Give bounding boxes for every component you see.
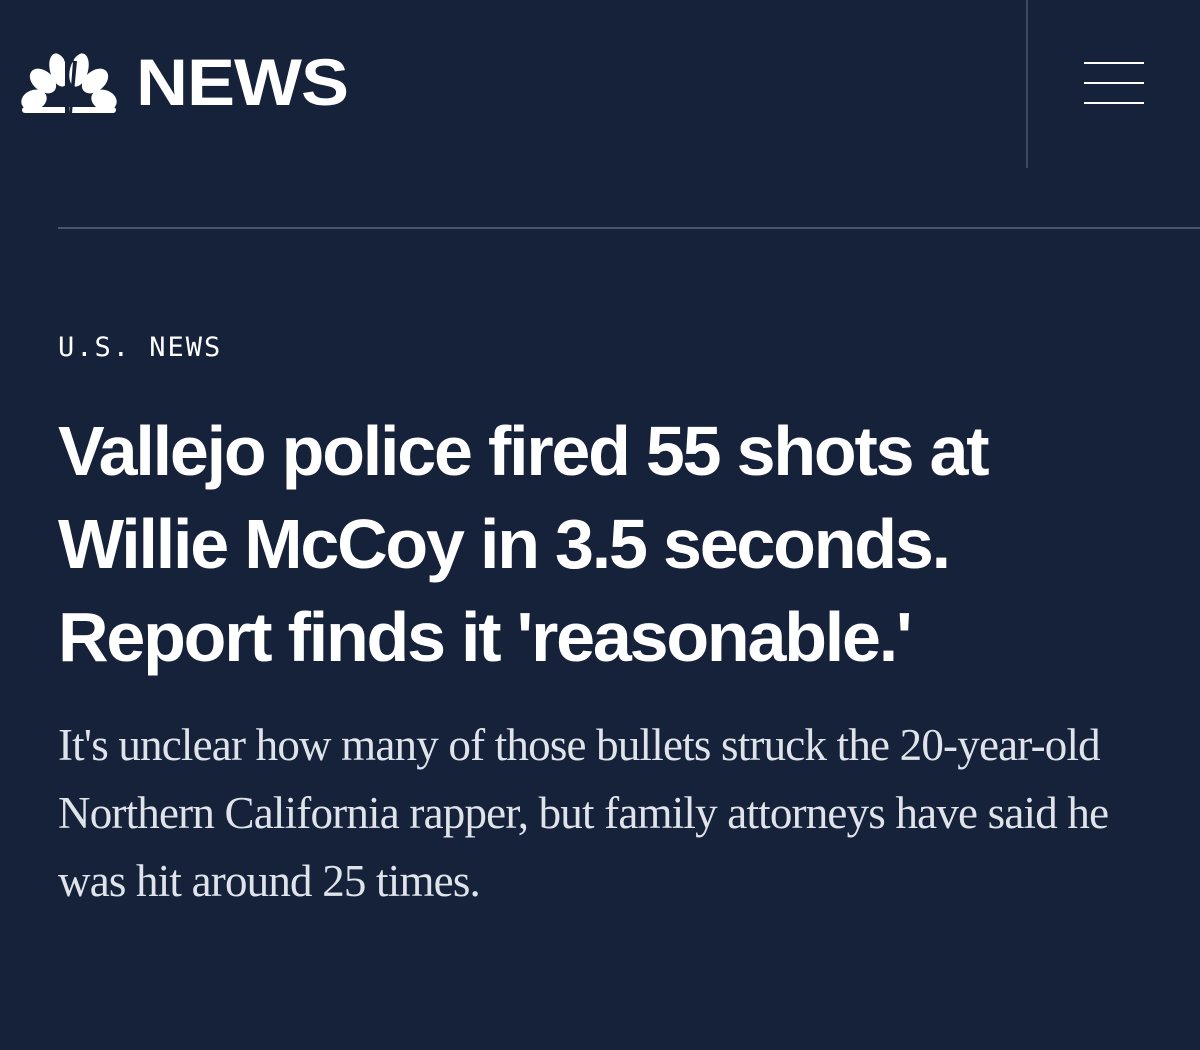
header-divider	[1026, 0, 1028, 168]
article-dek: It's unclear how many of those bullets s…	[58, 720, 1109, 906]
menu-line	[1084, 82, 1144, 84]
site-header: NEWS	[0, 0, 1200, 168]
nbc-news-logo[interactable]: NEWS	[20, 46, 349, 120]
section-label-link[interactable]: U.S. NEWS	[58, 332, 222, 364]
menu-line	[1084, 102, 1144, 104]
hamburger-menu-icon[interactable]	[1084, 60, 1146, 106]
logo-wordmark: NEWS	[136, 46, 349, 120]
peacock-icon	[21, 53, 117, 113]
section-divider	[58, 227, 1200, 229]
menu-line	[1084, 62, 1144, 64]
article-headline: Vallejo police fired 55 shots at Willie …	[58, 412, 990, 676]
